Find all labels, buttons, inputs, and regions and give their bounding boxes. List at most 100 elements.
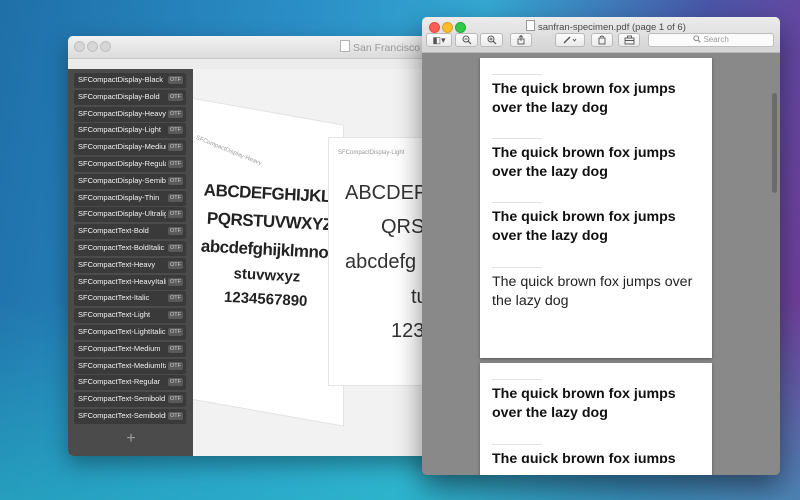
font-name-label: SFCompactText-LightItalic	[78, 327, 166, 336]
font-list-item[interactable]: SFCompactText-Light OTF	[74, 308, 186, 324]
font-list-item[interactable]: SFCompactDisplay-Regular OTF	[74, 157, 186, 172]
font-list-item[interactable]: SFCompactDisplay-Ultraligh OTF	[74, 207, 186, 223]
font-list-item[interactable]: SFCompactDisplay-Light OTF	[74, 123, 186, 139]
specimen-line: QRS	[381, 216, 425, 238]
zoom-in-icon	[487, 35, 496, 45]
font-format-badge: OTF	[168, 92, 183, 101]
heavy-specimen-text: ABCDEFGHIJKLMN PQRSTUVWXYZ abcdefghijklm…	[198, 181, 339, 312]
font-name-label: SFCompactText-Medium	[78, 343, 161, 353]
font-format-badge: OTF	[168, 244, 183, 252]
font-list-item[interactable]: SFCompactText-Bold OTF	[74, 224, 186, 240]
search-field[interactable]: Search	[648, 33, 774, 47]
sample-caption	[492, 438, 542, 445]
vertical-scrollbar[interactable]	[772, 93, 777, 193]
specimen-sample: The quick brown fox jumps over the lazy …	[492, 132, 706, 182]
minimize-button[interactable]	[87, 41, 98, 52]
font-list-item[interactable]: SFCompactText-Italic OTF	[74, 291, 186, 307]
font-list-item[interactable]: SFCompactDisplay-Thin OTF	[74, 190, 186, 206]
font-list-item[interactable]: SFCompactText-Heavy OTF	[74, 257, 186, 273]
document-icon	[340, 40, 350, 52]
font-format-badge: OTF	[168, 193, 183, 202]
toolbox-button[interactable]	[618, 33, 640, 47]
specimen-sample: The quick brown fox jumps over the lazy …	[492, 261, 706, 311]
font-list-item[interactable]: SFCompactText-Regular OTF	[74, 375, 186, 391]
font-list-item[interactable]: SFCompactText-HeavyItalic OTF	[74, 274, 186, 290]
specimen-line: stuvwxyz	[233, 265, 301, 286]
font-format-badge: OTF	[168, 176, 183, 185]
font-format-badge: OTF	[168, 378, 183, 387]
sidebar-toggle-button[interactable]: ◧▾	[426, 33, 452, 47]
add-font-button[interactable]: +	[121, 431, 141, 447]
pdf-document-view[interactable]: The quick brown fox jumps over the lazy …	[422, 53, 780, 475]
font-list-item[interactable]: SFCompactText-Medium OTF	[74, 341, 186, 357]
font-format-badge: OTF	[168, 328, 183, 336]
pdf-document-icon	[526, 20, 535, 31]
font-format-badge: OTF	[168, 143, 183, 152]
font-list-sidebar[interactable]: SFCompactDisplay-Black OTF SFCompactDispla…	[68, 69, 193, 456]
specimen-sample: The quick brown fox jumps over the lazy …	[492, 373, 706, 423]
sample-caption	[492, 132, 542, 139]
pdf-page-2[interactable]: The quick brown fox jumps over the lazy …	[480, 363, 712, 475]
pdf-preview-window[interactable]: sanfran-specimen.pdf (page 1 of 6) ◧▾ Se…	[422, 17, 780, 475]
font-format-badge: OTF	[168, 395, 183, 404]
zoom-out-icon	[462, 35, 471, 45]
toolbar[interactable]: sanfran-specimen.pdf (page 1 of 6) ◧▾ Se…	[422, 17, 780, 53]
font-format-badge: OTF	[168, 277, 183, 286]
font-name-label: SFCompactText-Light	[78, 310, 151, 320]
font-format-badge: OTF	[168, 126, 183, 135]
font-list-item[interactable]: SFCompactDisplay-Medium OTF	[74, 140, 186, 156]
font-format-badge: OTF	[168, 294, 183, 303]
minimize-button[interactable]	[442, 22, 453, 33]
sample-text: The quick brown fox jumps over	[492, 451, 676, 463]
font-list-item[interactable]: SFCompactText-SemiboldIta OTF	[74, 409, 186, 424]
sample-text: The quick brown fox jumps over the lazy …	[492, 145, 676, 180]
font-list-item[interactable]: SFCompactDisplay-Heavy OTF	[74, 106, 186, 122]
font-format-badge: OTF	[168, 311, 183, 320]
font-list-item[interactable]: SFCompactText-LightItalic OTF	[74, 325, 186, 340]
sample-text: The quick brown fox jumps over the lazy …	[492, 274, 693, 309]
font-name-label: SFCompactText-BoldItalic	[78, 243, 165, 252]
pdf-page-1[interactable]: The quick brown fox jumps over the lazy …	[480, 58, 712, 358]
sample-text: The quick brown fox jumps over the lazy …	[492, 81, 676, 116]
close-button[interactable]	[429, 22, 440, 33]
rotate-button[interactable]	[591, 33, 613, 47]
sidebar-icon: ◧▾	[432, 35, 446, 45]
specimen-sample: The quick brown fox jumps over	[492, 438, 706, 463]
font-list-item[interactable]: SFCompactText-BoldItalic OTF	[74, 241, 186, 256]
markup-button[interactable]	[555, 33, 585, 47]
font-name-label: SFCompactText-MediumItal	[78, 360, 166, 370]
specimen-sample: The quick brown fox jumps over the lazy …	[492, 68, 706, 118]
font-name-label: SFCompactDisplay-Semibol	[78, 175, 166, 185]
close-button[interactable]	[74, 41, 85, 52]
font-format-badge: OTF	[168, 160, 183, 168]
font-name-label: SFCompactText-Heavy	[78, 259, 156, 269]
zoom-button[interactable]	[455, 22, 466, 33]
font-list-item[interactable]: SFCompactText-Semibold OTF	[74, 392, 186, 408]
font-format-badge: OTF	[168, 109, 183, 118]
font-name-label: SFCompactDisplay-Medium	[78, 142, 166, 152]
zoom-in-button[interactable]	[480, 33, 503, 47]
window-title: sanfran-specimen.pdf (page 1 of 6)	[526, 20, 686, 33]
font-list-item[interactable]: SFCompactDisplay-Semibol OTF	[74, 173, 186, 189]
search-placeholder: Search	[703, 35, 729, 44]
specimen-line: ABCDEF	[345, 182, 427, 204]
font-list-item[interactable]: SFCompactText-MediumItal OTF	[74, 358, 186, 374]
sample-caption	[492, 196, 542, 203]
specimen-line: abcdefghijklmnop	[200, 236, 337, 263]
font-name-label: SFCompactDisplay-Regular	[78, 159, 166, 168]
sample-text: The quick brown fox jumps over the lazy …	[492, 209, 676, 244]
sample-caption	[492, 261, 542, 268]
share-button[interactable]	[510, 33, 532, 47]
specimen-line: abcdefg	[345, 251, 417, 273]
share-icon	[517, 34, 525, 45]
rotate-icon	[598, 35, 606, 45]
font-list-item[interactable]: SFCompactDisplay-Bold OTF	[74, 89, 186, 105]
font-list-item[interactable]: SFCompactDisplay-Black OTF	[74, 73, 186, 88]
zoom-button[interactable]	[100, 41, 111, 52]
font-name-label: SFCompactDisplay-Black	[78, 75, 164, 84]
font-name-label: SFCompactText-Semibold	[78, 394, 166, 404]
zoom-out-button[interactable]	[455, 33, 478, 47]
toolbox-icon	[624, 35, 634, 45]
font-name-label: SFCompactDisplay-Thin	[78, 192, 160, 202]
font-format-badge: OTF	[168, 361, 183, 370]
